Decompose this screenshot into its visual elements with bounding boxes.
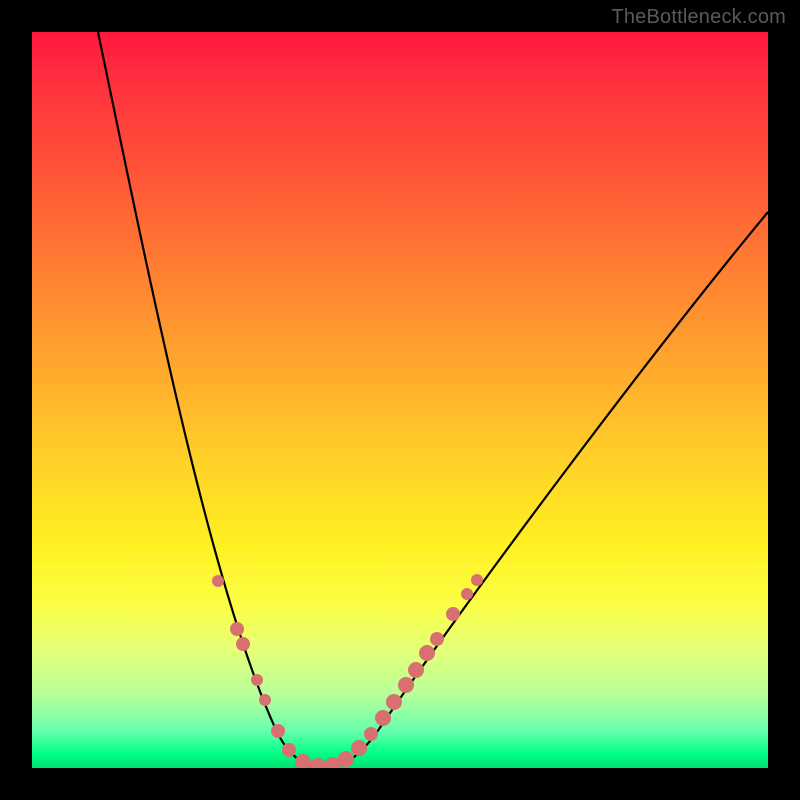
chart-data-dot: [375, 710, 391, 726]
chart-data-dot: [430, 632, 444, 646]
chart-data-dot: [338, 751, 354, 767]
chart-data-dot: [271, 724, 285, 738]
chart-data-dot: [236, 637, 250, 651]
chart-data-dot: [419, 645, 435, 661]
chart-data-dot: [259, 694, 271, 706]
chart-data-dot: [461, 588, 473, 600]
chart-data-dot: [471, 574, 483, 586]
chart-data-dot: [212, 575, 224, 587]
chart-svg: [32, 32, 768, 768]
chart-data-dot: [282, 743, 296, 757]
chart-data-dot: [386, 694, 402, 710]
watermark-text: TheBottleneck.com: [611, 6, 786, 29]
chart-data-dot: [230, 622, 244, 636]
chart-data-dot: [251, 674, 263, 686]
chart-data-dot: [295, 754, 311, 768]
chart-data-dot: [408, 662, 424, 678]
chart-data-dot: [351, 740, 367, 756]
chart-plot-area: [32, 32, 768, 768]
chart-data-dot: [398, 677, 414, 693]
chart-data-dot: [364, 727, 378, 741]
chart-data-dot: [446, 607, 460, 621]
chart-data-dot: [310, 758, 326, 768]
